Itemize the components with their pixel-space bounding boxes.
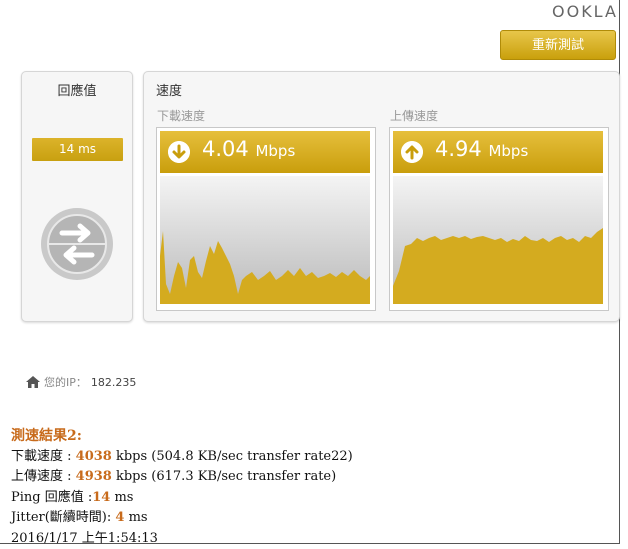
ip-value: 182.235 [91, 376, 137, 389]
results-block: 測速結果2: 下載速度 : 4038 kbps (504.8 KB/sec tr… [11, 426, 353, 549]
arrow-down-icon [168, 141, 190, 163]
download-box: 4.04 Mbps [156, 127, 376, 311]
download-label: 下載速度 [157, 107, 205, 124]
home-icon [26, 376, 40, 388]
upload-box: 4.94 Mbps [389, 127, 609, 311]
arrow-up-icon [401, 141, 423, 163]
download-header: 4.04 Mbps [160, 131, 370, 173]
results-title: 測速結果2: [11, 426, 353, 447]
results-ping-line: Ping 回應值 :14 ms [11, 488, 353, 509]
download-graph [160, 176, 370, 304]
ping-value: 14 ms [32, 138, 123, 161]
download-speed-value: 4.04 Mbps [202, 137, 295, 161]
swap-arrows-icon [40, 207, 114, 281]
speed-panel: 速度 下載速度 4.04 Mbps 上傳速度 4.94 Mbps [143, 71, 620, 322]
results-upload-line: 上傳速度 : 4938 kbps (617.3 KB/sec transfer … [11, 467, 353, 488]
ping-panel: 回應值 14 ms [21, 71, 133, 322]
results-jitter-line: Jitter(斷續時間): 4 ms [11, 508, 353, 529]
ip-row: 您的IP： 182.235 [26, 374, 136, 390]
speed-title: 速度 [156, 80, 182, 99]
retest-button[interactable]: 重新測試 [500, 30, 616, 60]
upload-label: 上傳速度 [390, 107, 438, 124]
ookla-logo: OOKLA [552, 2, 618, 21]
ip-label: 您的IP： [44, 376, 87, 389]
results-download-line: 下載速度 : 4038 kbps (504.8 KB/sec transfer … [11, 447, 353, 468]
ping-title: 回應值 [22, 80, 132, 99]
upload-speed-value: 4.94 Mbps [435, 137, 528, 161]
upload-header: 4.94 Mbps [393, 131, 603, 173]
upload-graph [393, 176, 603, 304]
